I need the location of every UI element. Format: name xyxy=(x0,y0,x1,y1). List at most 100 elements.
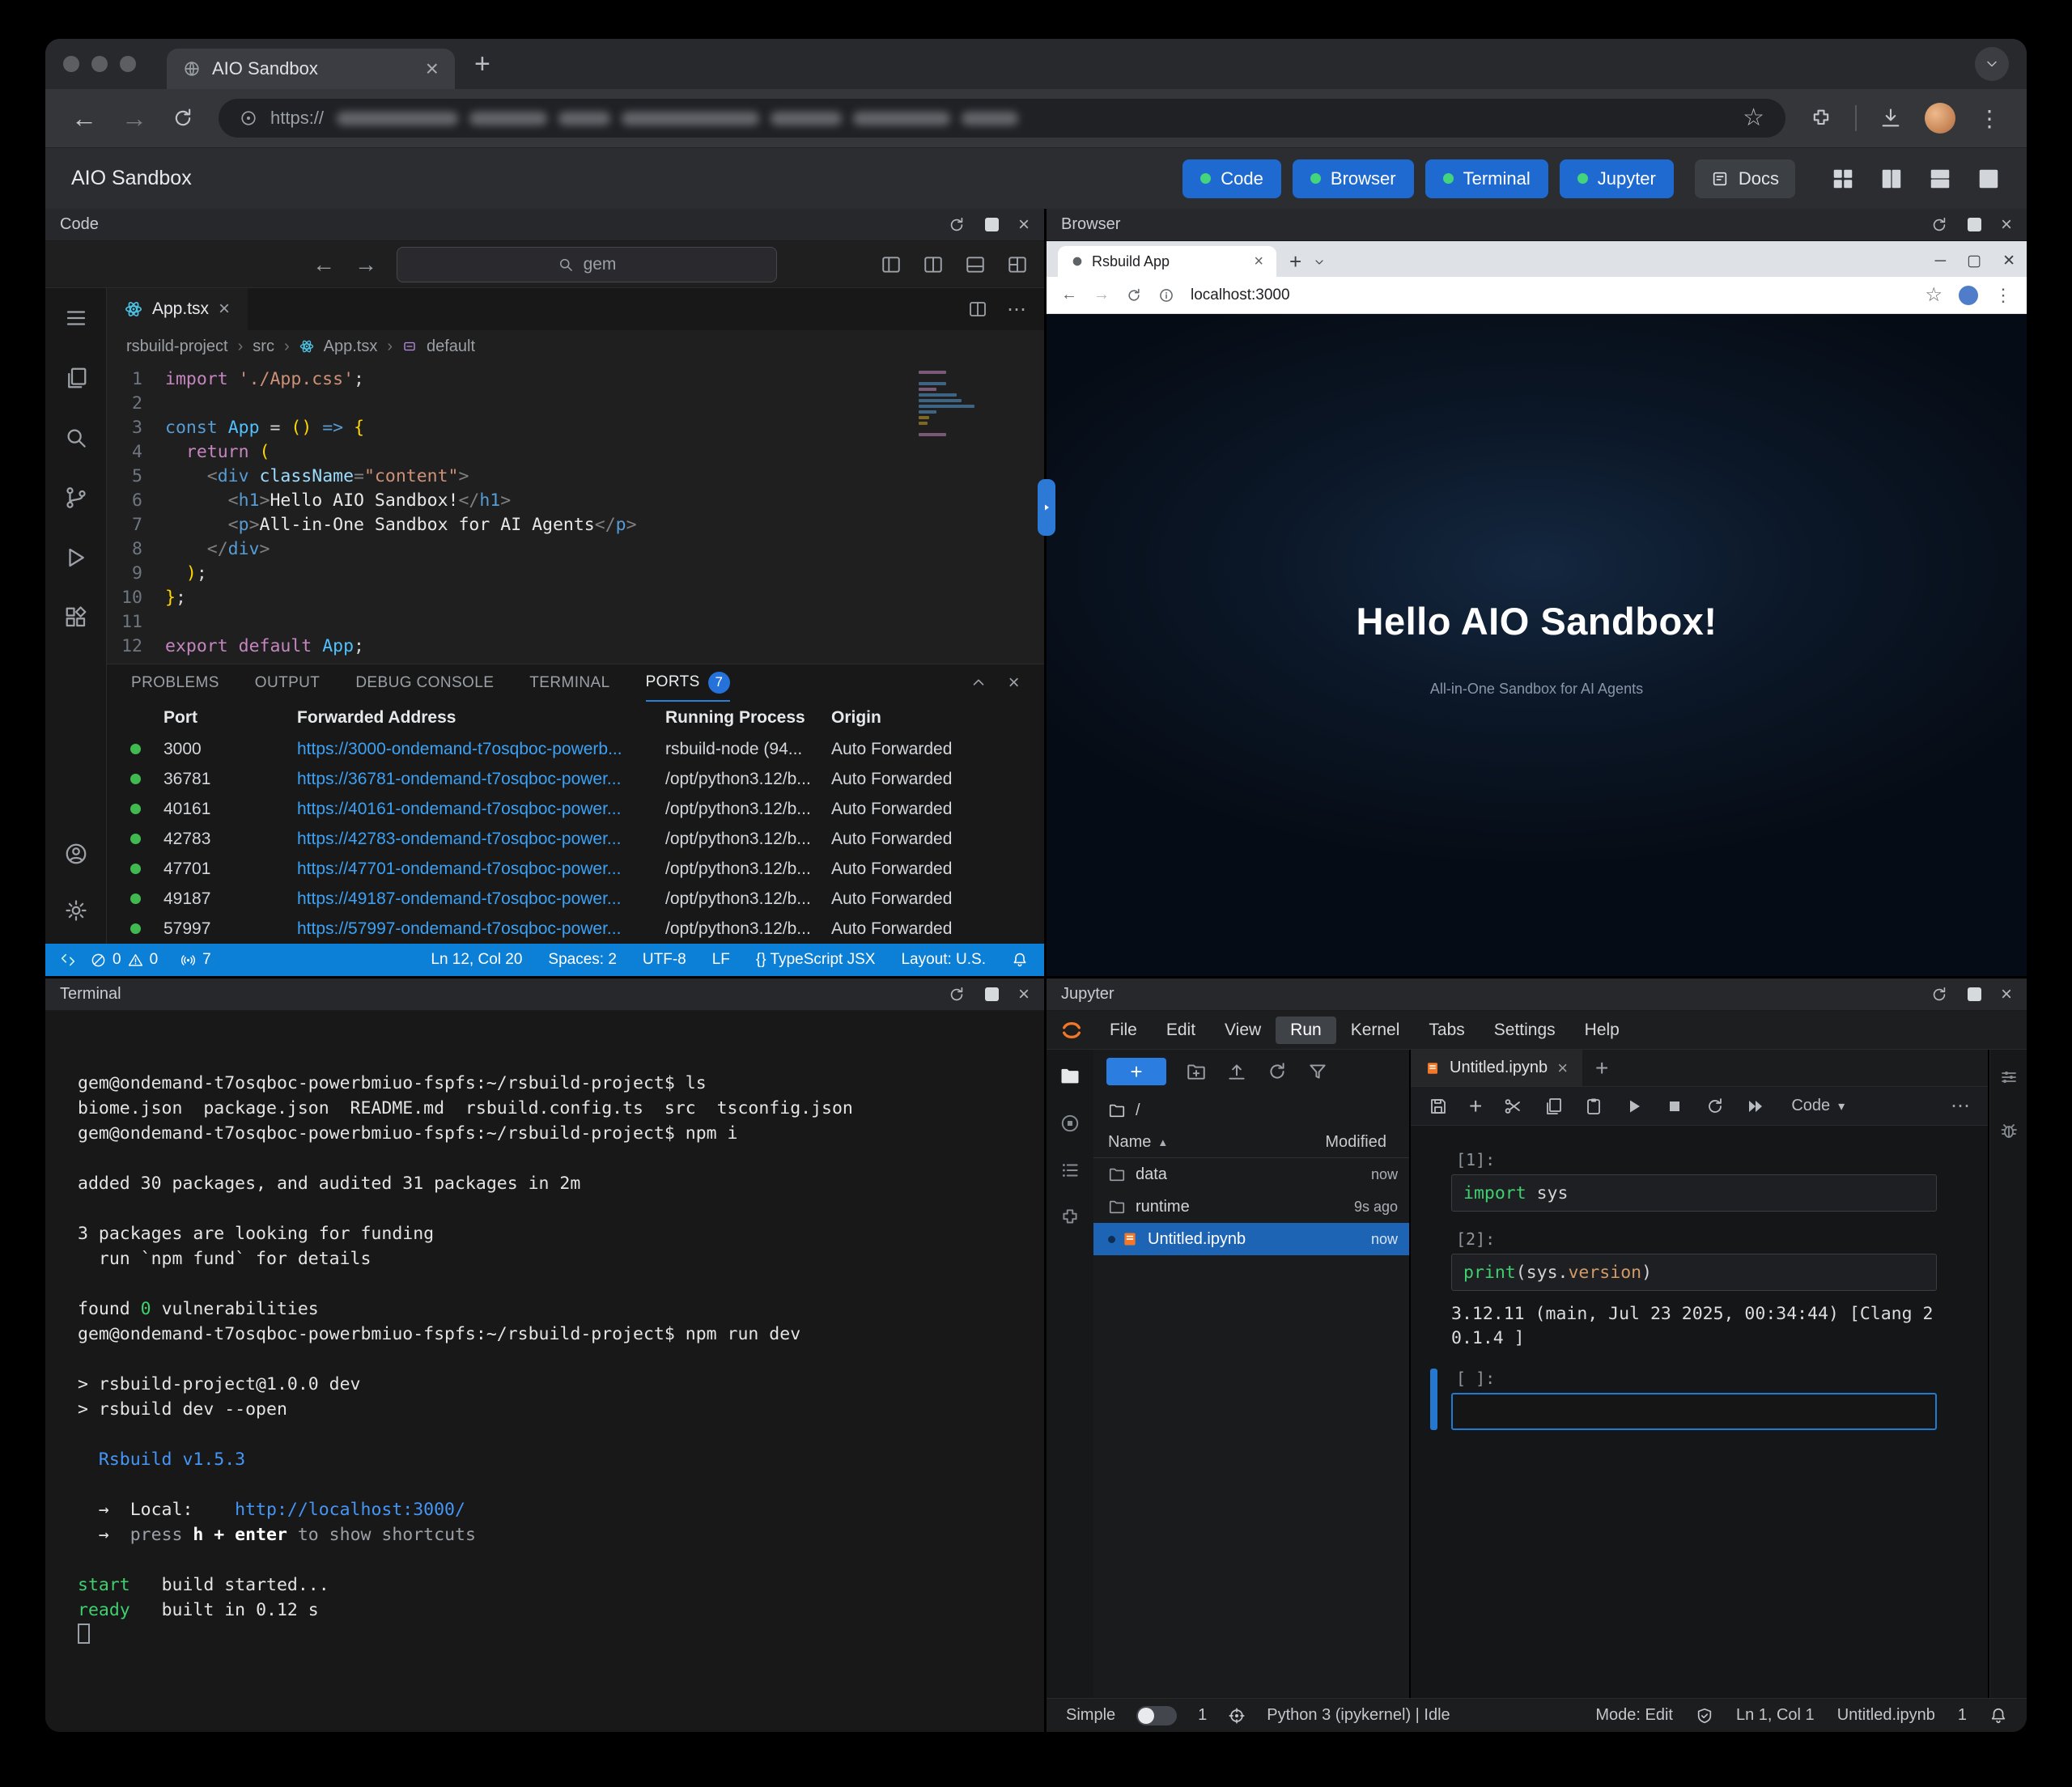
tab-debug-console[interactable]: DEBUG CONSOLE xyxy=(355,664,494,702)
split-editor-icon[interactable] xyxy=(968,299,987,319)
ports-row[interactable]: 36781https://36781-ondemand-t7osqboc-pow… xyxy=(107,764,1044,794)
toggle-panel-icon[interactable] xyxy=(965,254,986,275)
layout-columns-icon[interactable] xyxy=(1879,167,1904,191)
search-sidebar-icon[interactable] xyxy=(64,426,88,450)
tab-search-button[interactable] xyxy=(1975,47,2009,81)
breadcrumb-item[interactable]: default xyxy=(427,337,475,356)
command-center-search[interactable]: gem xyxy=(397,247,777,282)
property-inspector-icon[interactable] xyxy=(1999,1068,2019,1087)
cursor-position[interactable]: Ln 12, Col 20 xyxy=(431,951,522,969)
bookmark-star-icon[interactable]: ☆ xyxy=(1925,283,1942,307)
code-editor[interactable]: 1import './App.css';2 3const App = () =>… xyxy=(107,363,1044,664)
more-actions-icon[interactable]: ⋯ xyxy=(1007,298,1026,321)
restore-panel-icon[interactable] xyxy=(985,987,999,1001)
new-tab-button[interactable]: + xyxy=(1289,251,1301,272)
breadcrumb-item[interactable]: App.tsx xyxy=(324,337,378,356)
close-window-button[interactable] xyxy=(63,56,79,72)
filter-icon[interactable] xyxy=(1307,1061,1328,1082)
edit-mode-indicator[interactable]: Mode: Edit xyxy=(1595,1706,1673,1725)
panel-resize-handle[interactable] xyxy=(1038,479,1055,536)
forward-button[interactable]: → xyxy=(121,105,147,131)
forwarded-address-link[interactable]: https://40161-ondemand-t7osqboc-power... xyxy=(297,800,665,819)
remote-indicator[interactable] xyxy=(45,944,91,976)
new-notebook-tab-button[interactable]: + xyxy=(1582,1050,1621,1086)
restart-kernel-icon[interactable] xyxy=(1705,1097,1725,1116)
split-editor-icon[interactable] xyxy=(923,254,944,275)
address-bar[interactable]: https:// ☆ xyxy=(219,99,1785,138)
cell-type-dropdown[interactable]: Code ▾ xyxy=(1791,1097,1845,1115)
ports-row[interactable]: 3000https://3000-ondemand-t7osqboc-power… xyxy=(107,734,1044,764)
minimize-icon[interactable]: ─ xyxy=(1935,253,1946,270)
explorer-icon[interactable] xyxy=(64,366,88,390)
running-kernels-icon[interactable] xyxy=(1059,1113,1081,1134)
minimap[interactable] xyxy=(919,371,987,439)
file-row-runtime[interactable]: runtime 9s ago xyxy=(1093,1191,1409,1223)
bell-icon[interactable] xyxy=(1012,952,1028,968)
chevron-down-icon[interactable] xyxy=(1313,256,1326,269)
close-panel-icon[interactable]: × xyxy=(2001,215,2012,235)
customize-layout-icon[interactable] xyxy=(1007,254,1028,275)
extension-manager-icon[interactable] xyxy=(1059,1207,1081,1228)
encoding[interactable]: UTF-8 xyxy=(643,951,686,969)
editor-forward-icon[interactable]: → xyxy=(355,253,377,276)
copy-cell-icon[interactable] xyxy=(1543,1097,1563,1116)
ports-row[interactable]: 42783https://42783-ondemand-t7osqboc-pow… xyxy=(107,824,1044,854)
refresh-panel-icon[interactable] xyxy=(1930,986,1948,1004)
notebook-cell[interactable]: [1]: import sys xyxy=(1451,1150,1988,1212)
tab-close-icon[interactable]: × xyxy=(426,57,439,80)
window-controls[interactable] xyxy=(63,56,136,72)
cell-input[interactable]: import sys xyxy=(1451,1174,1937,1212)
header-button-code[interactable]: Code xyxy=(1182,159,1281,198)
download-icon[interactable] xyxy=(1879,107,1902,129)
forward-button[interactable]: → xyxy=(1093,286,1110,304)
refresh-panel-icon[interactable] xyxy=(948,216,966,234)
close-tab-icon[interactable]: × xyxy=(1557,1058,1568,1079)
forwarded-address-link[interactable]: https://47701-ondemand-t7osqboc-power... xyxy=(297,860,665,879)
problems-indicator[interactable]: 0 0 xyxy=(91,951,158,969)
column-modified[interactable]: Modified xyxy=(1325,1133,1395,1152)
active-file[interactable]: Untitled.ipynb xyxy=(1837,1706,1935,1725)
tab-problems[interactable]: PROBLEMS xyxy=(131,664,219,702)
cell-input-active[interactable] xyxy=(1451,1393,1937,1430)
site-info-icon[interactable] xyxy=(1158,287,1174,303)
add-cell-icon[interactable]: + xyxy=(1469,1095,1482,1118)
menu-help[interactable]: Help xyxy=(1570,1017,1634,1044)
cursor-position[interactable]: Ln 1, Col 1 xyxy=(1736,1706,1815,1725)
menu-view[interactable]: View xyxy=(1210,1017,1276,1044)
menu-edit[interactable]: Edit xyxy=(1152,1017,1210,1044)
new-folder-icon[interactable] xyxy=(1186,1061,1207,1082)
ports-indicator[interactable]: 7 xyxy=(180,951,211,969)
cut-cell-icon[interactable] xyxy=(1503,1097,1522,1116)
file-row-notebook[interactable]: Untitled.ipynb now xyxy=(1093,1223,1409,1255)
more-commands-icon[interactable]: ⋯ xyxy=(1951,1094,1970,1118)
restore-panel-icon[interactable] xyxy=(985,218,999,231)
refresh-panel-icon[interactable] xyxy=(948,986,966,1004)
close-panel-icon[interactable]: × xyxy=(1018,985,1030,1004)
upload-icon[interactable] xyxy=(1226,1061,1247,1082)
menu-tabs[interactable]: Tabs xyxy=(1414,1017,1479,1044)
file-browser-breadcrumb[interactable]: / xyxy=(1093,1093,1409,1127)
interrupt-kernel-icon[interactable] xyxy=(1665,1097,1684,1116)
chrome-menu-icon[interactable]: ⋮ xyxy=(1978,105,2001,132)
menu-file[interactable]: File xyxy=(1095,1017,1152,1044)
kernel-status[interactable]: Python 3 (ipykernel) | Idle xyxy=(1267,1706,1450,1725)
notebook-cell[interactable]: [2]: print(sys.version) 3.12.11 (main, J… xyxy=(1451,1229,1988,1351)
cell-input[interactable]: print(sys.version) xyxy=(1451,1254,1937,1291)
ports-row[interactable]: 57997https://57997-ondemand-t7osqboc-pow… xyxy=(107,914,1044,944)
refresh-icon[interactable] xyxy=(1267,1061,1288,1082)
forwarded-address-link[interactable]: https://42783-ondemand-t7osqboc-power... xyxy=(297,830,665,849)
restore-panel-icon[interactable] xyxy=(1968,218,1981,231)
terminal-output[interactable]: gem@ondemand-t7osqboc-powerbmiuo-fspfs:~… xyxy=(45,1011,1044,1732)
embedded-url[interactable]: localhost:3000 xyxy=(1191,287,1290,304)
close-tab-icon[interactable]: × xyxy=(219,298,230,320)
menu-kebab-icon[interactable]: ⋮ xyxy=(1994,285,2012,306)
tab-close-icon[interactable]: × xyxy=(1254,253,1263,271)
breadcrumb-item[interactable]: rsbuild-project xyxy=(126,337,228,356)
path-root[interactable]: / xyxy=(1136,1101,1140,1120)
editor-tab-app-tsx[interactable]: App.tsx × xyxy=(107,288,248,330)
forwarded-address-link[interactable]: https://57997-ondemand-t7osqboc-power... xyxy=(297,919,665,939)
run-all-icon[interactable] xyxy=(1746,1097,1765,1116)
paste-cell-icon[interactable] xyxy=(1584,1097,1603,1116)
menu-run[interactable]: Run xyxy=(1276,1017,1336,1044)
zoom-window-button[interactable] xyxy=(120,56,136,72)
